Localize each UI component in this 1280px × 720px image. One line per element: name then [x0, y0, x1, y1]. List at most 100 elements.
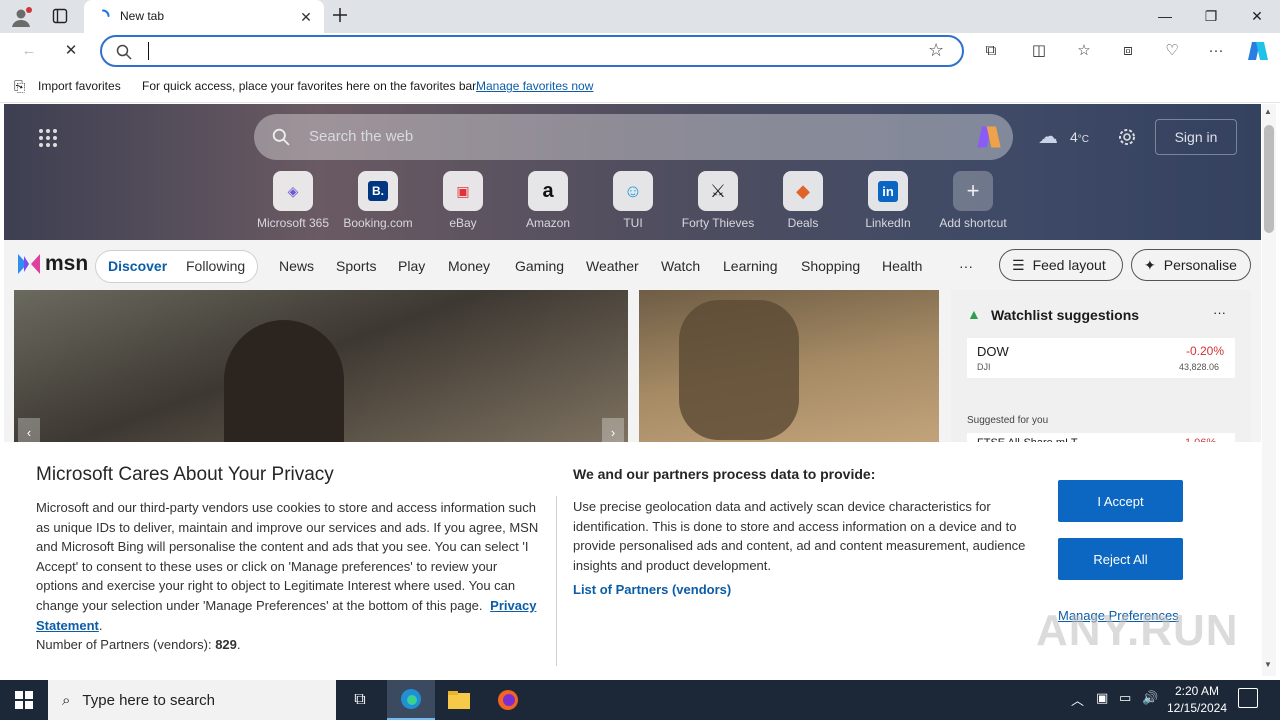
network-icon[interactable]: ▭	[1119, 690, 1131, 706]
watchlist-more-icon[interactable]: ···	[1213, 305, 1226, 320]
tab-discover[interactable]: Discover	[108, 258, 167, 274]
scroll-up-icon[interactable]: ▲	[1264, 107, 1272, 116]
search-icon: ⌕	[62, 691, 71, 709]
shortcut-tui[interactable]: ☺ TUI	[593, 171, 673, 230]
clock-time: 2:20 AM	[1174, 684, 1220, 698]
shortcut-ebay[interactable]: ▣ eBay	[423, 171, 503, 230]
minimize-icon[interactable]: —	[1142, 0, 1188, 33]
feed-layout-button[interactable]: ☰ Feed layout	[999, 249, 1123, 281]
nav-gaming[interactable]: Gaming	[515, 258, 564, 274]
shortcut-label: Add shortcut	[939, 216, 1007, 230]
news-card-soldiers-image[interactable]	[639, 290, 939, 450]
shortcut-amazon[interactable]: a Amazon	[508, 171, 588, 230]
tray-chevron-icon[interactable]: ︿	[1071, 690, 1084, 709]
tab-actions-icon[interactable]	[52, 8, 70, 26]
taskbar-search-input[interactable]: Type here to search	[82, 692, 215, 709]
close-window-icon[interactable]: ✕	[1234, 0, 1280, 33]
extensions-icon[interactable]: ⧉	[978, 40, 1004, 62]
page-settings-icon[interactable]	[1116, 126, 1138, 148]
watchlist-title: Watchlist suggestions	[991, 307, 1140, 323]
taskbar-search[interactable]: ⌕ Type here to search	[48, 680, 336, 720]
import-favorites-icon[interactable]: ⎘	[14, 78, 25, 95]
news-card-image[interactable]: ‹ ›	[14, 290, 628, 460]
nav-sports[interactable]: Sports	[336, 258, 376, 274]
ticker-value: 43,828.06	[1179, 362, 1220, 372]
microsoft-365-icon: ◈	[273, 171, 313, 211]
address-bar[interactable]: ☆	[100, 35, 964, 67]
settings-more-icon[interactable]: ···	[1203, 40, 1229, 62]
scroll-down-icon[interactable]: ▼	[1264, 660, 1272, 669]
task-view-icon[interactable]: ⧉	[336, 680, 384, 720]
scrollbar-thumb[interactable]	[1264, 125, 1274, 233]
amazon-icon: a	[528, 171, 568, 211]
watchlist-item[interactable]: DOW DJI -0.20% 43,828.06	[967, 338, 1235, 378]
shortcut-deals[interactable]: ◆ Deals	[763, 171, 843, 230]
restore-icon[interactable]: ❐	[1188, 0, 1234, 33]
shortcut-microsoft-365[interactable]: ◈ Microsoft 365	[253, 171, 333, 230]
apps-grid-icon[interactable]	[38, 128, 58, 148]
copilot-icon[interactable]	[1246, 39, 1270, 63]
weather-cloud-icon[interactable]: ☁	[1038, 124, 1058, 149]
partners-count: 829	[215, 637, 237, 653]
notification-icon[interactable]	[1238, 688, 1258, 708]
nav-more-icon[interactable]: ···	[959, 258, 973, 274]
firefox-icon[interactable]	[484, 680, 532, 720]
list-of-partners-link[interactable]: List of Partners (vendors)	[573, 582, 731, 597]
privacy-body: Microsoft and our third-party vendors us…	[36, 500, 539, 653]
tui-smile-icon: ☺	[613, 171, 653, 211]
shortcut-forty-thieves[interactable]: ⚔ Forty Thieves	[678, 171, 758, 230]
back-icon[interactable]: ←	[16, 40, 42, 62]
windows-start-icon[interactable]	[0, 680, 48, 720]
profile-icon[interactable]	[10, 6, 32, 28]
shortcut-linkedin[interactable]: in LinkedIn	[848, 171, 928, 230]
import-favorites-button[interactable]: Import favorites	[38, 79, 121, 93]
nav-learning[interactable]: Learning	[723, 258, 778, 274]
new-tab-icon[interactable]	[332, 7, 350, 25]
close-tab-icon[interactable]: ✕	[297, 8, 315, 26]
shortcut-label: LinkedIn	[865, 216, 911, 230]
nav-weather[interactable]: Weather	[586, 258, 639, 274]
stop-loading-icon[interactable]: ✕	[58, 40, 84, 62]
shortcut-label: Amazon	[525, 216, 571, 230]
soldier-figure	[679, 300, 799, 440]
watchlist-card: ▲ Watchlist suggestions ··· DOW DJI -0.2…	[951, 290, 1251, 463]
msn-logo[interactable]: msn	[45, 252, 88, 276]
reject-all-button[interactable]: Reject All	[1058, 538, 1183, 580]
search-icon	[116, 44, 132, 60]
volume-icon[interactable]: 🔊	[1142, 690, 1158, 706]
ticker: DOW	[977, 344, 1009, 359]
nav-health[interactable]: Health	[882, 258, 922, 274]
sign-in-button[interactable]: Sign in	[1155, 119, 1237, 155]
split-screen-icon[interactable]: ◫	[1026, 40, 1052, 62]
browser-essentials-icon[interactable]: ♡	[1159, 40, 1185, 62]
tray-device-icon[interactable]: ▣	[1096, 690, 1108, 706]
loading-icon	[96, 9, 110, 23]
favorites-bar: ⎘ Import favorites For quick access, pla…	[0, 71, 1280, 103]
accept-button[interactable]: I Accept	[1058, 480, 1183, 522]
msn-butterfly-icon[interactable]	[16, 252, 42, 276]
file-explorer-icon[interactable]	[435, 680, 483, 720]
manage-favorites-link[interactable]: Manage favorites now	[476, 79, 593, 93]
collections-icon[interactable]: ⧈	[1115, 40, 1141, 62]
nav-watch[interactable]: Watch	[661, 258, 700, 274]
shortcut-booking[interactable]: B. Booking.com	[338, 171, 418, 230]
web-search-input[interactable]: Search the web	[309, 128, 413, 145]
personalise-button[interactable]: ✦ Personalise	[1131, 249, 1251, 281]
shortcut-add[interactable]: + Add shortcut	[933, 171, 1013, 230]
msn-nav-bar: msn Discover Following News Sports Play …	[4, 240, 1261, 290]
copilot-icon[interactable]	[974, 123, 1004, 151]
nav-play[interactable]: Play	[398, 258, 425, 274]
nav-money[interactable]: Money	[448, 258, 490, 274]
nav-shopping[interactable]: Shopping	[801, 258, 860, 274]
tab-new-tab[interactable]: New tab ✕	[84, 0, 324, 33]
favorite-star-icon[interactable]: ☆	[928, 40, 944, 61]
weather-temp[interactable]: 4°C	[1070, 129, 1089, 145]
favorites-icon[interactable]: ☆	[1071, 40, 1097, 62]
tab-following[interactable]: Following	[186, 258, 245, 274]
nav-news[interactable]: News	[279, 258, 314, 274]
taskbar-clock[interactable]: 2:20 AM 12/15/2024	[1160, 683, 1234, 717]
edge-taskbar-icon[interactable]	[387, 680, 435, 720]
clock-date: 12/15/2024	[1166, 701, 1228, 715]
web-search-bar[interactable]: Search the web	[254, 114, 1013, 160]
address-input[interactable]	[148, 42, 908, 60]
